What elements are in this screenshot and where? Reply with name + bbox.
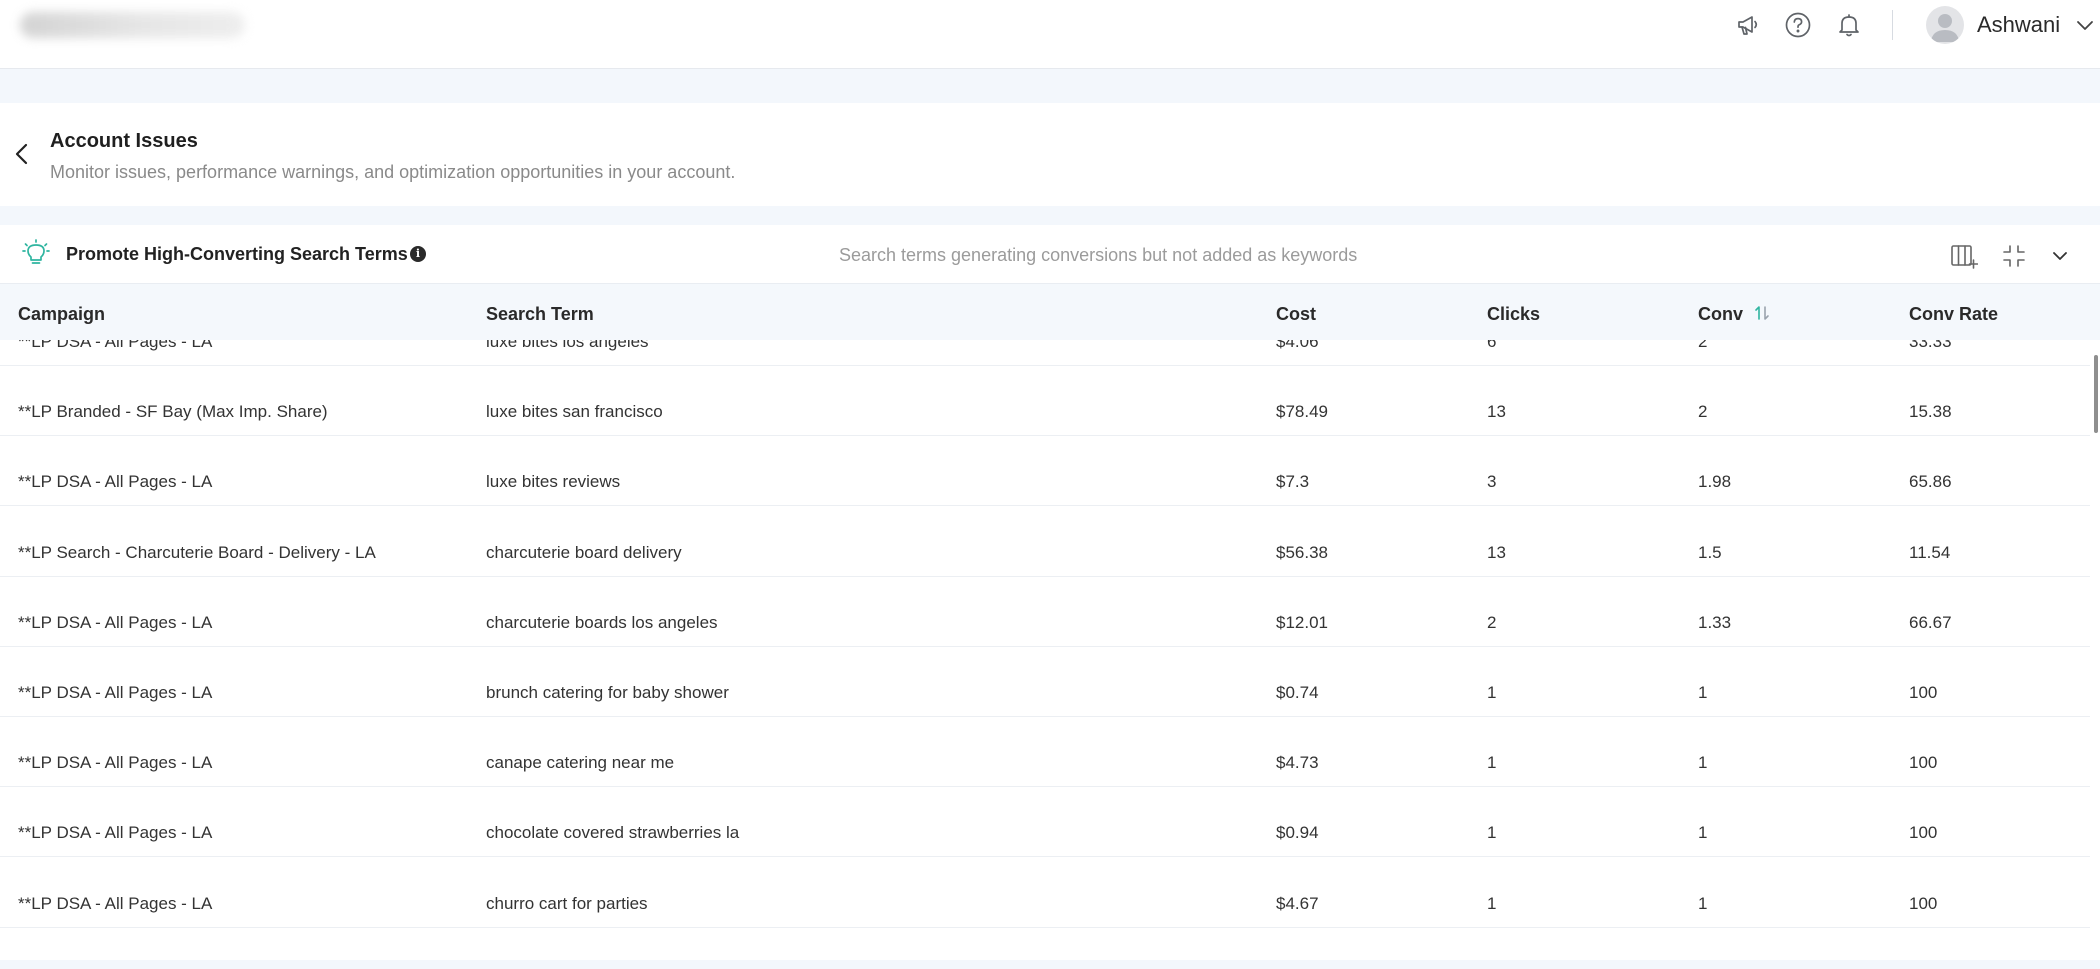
table-row[interactable]: **LP DSA - All Pages - LA luxe bites revi… <box>0 436 2090 507</box>
cell-campaign: **LP DSA - All Pages - LA <box>18 472 213 492</box>
cell-clicks: 1 <box>1487 683 1497 702</box>
back-arrow-icon[interactable] <box>10 139 34 169</box>
cell-search-term: luxe bites san francisco <box>486 402 663 422</box>
chevron-down-icon[interactable] <box>2074 14 2096 36</box>
cell-conv-rate: 33.33 <box>1909 340 1952 351</box>
cell-campaign: **LP DSA - All Pages - LA <box>18 612 213 632</box>
table-row[interactable]: **LP DSA - All Pages - LA canape catering… <box>0 717 2090 788</box>
cell-clicks: 6 <box>1487 340 1497 351</box>
cell-clicks: 1 <box>1487 893 1497 913</box>
cell-cost: $4.67 <box>1276 893 1319 913</box>
cell-campaign: **LP DSA - All Pages - LA <box>18 683 213 702</box>
cell-conv-rate: 100 <box>1909 823 1938 843</box>
topbar-divider <box>1892 10 1893 40</box>
info-icon[interactable]: i <box>410 246 426 262</box>
cell-campaign: **LP DSA - All Pages - LA <box>18 823 213 843</box>
chevron-down-icon[interactable] <box>2046 242 2074 270</box>
cell-campaign: **LP DSA - All Pages - LA <box>18 753 213 773</box>
cell-conv: 1 <box>1698 823 1708 843</box>
cell-clicks: 2 <box>1487 612 1497 632</box>
cell-clicks: 13 <box>1487 402 1506 422</box>
cell-cost: $78.49 <box>1276 402 1328 422</box>
blurred-logo <box>20 12 245 38</box>
columns-icon[interactable] <box>1950 242 1979 270</box>
bulb-icon <box>22 239 50 269</box>
top-bar: Ashwani <box>0 0 2100 69</box>
table-body: **LP DSA - All Pages - LA luxe bites los … <box>0 340 2100 960</box>
column-header-search-term[interactable]: Search Term <box>486 304 594 325</box>
cell-search-term: luxe bites los angeles <box>486 340 649 351</box>
column-header-conv-rate[interactable]: Conv Rate <box>1909 304 1998 325</box>
cell-conv: 1 <box>1698 683 1708 702</box>
cell-cost: $56.38 <box>1276 542 1328 562</box>
column-header-conv-label: Conv <box>1698 304 1743 324</box>
cell-clicks: 3 <box>1487 472 1497 492</box>
sort-icon[interactable] <box>1754 304 1770 322</box>
panel-header: Promote High-Converting Search Terms i S… <box>0 225 2100 284</box>
bell-icon[interactable] <box>1833 9 1865 41</box>
page-title: Account Issues <box>50 130 198 152</box>
panel-title: Promote High-Converting Search Terms <box>66 244 408 264</box>
table-row[interactable]: **LP DSA - All Pages - LA charcuterie boa… <box>0 577 2090 647</box>
help-icon[interactable] <box>1782 9 1814 41</box>
scrollbar-thumb[interactable] <box>2094 355 2098 433</box>
panel-description: Search terms generating conversions but … <box>839 245 1358 265</box>
cell-conv: 2 <box>1698 340 1708 351</box>
cell-campaign: **LP Branded - SF Bay (Max Imp. Share) <box>18 402 328 422</box>
table-row[interactable]: **LP Search - Charcuterie Board - Delive… <box>0 507 2090 577</box>
cell-conv-rate: 66.67 <box>1909 612 1952 632</box>
cell-conv-rate: 11.54 <box>1909 542 1951 562</box>
table-header: Campaign Search Term Cost Clicks Conv Co… <box>0 284 2100 340</box>
cell-search-term: brunch catering for baby shower <box>486 683 729 702</box>
cell-clicks: 13 <box>1487 542 1506 562</box>
collapse-icon[interactable] <box>2000 242 2028 270</box>
avatar[interactable] <box>1926 6 1964 44</box>
table-row[interactable]: **LP DSA - All Pages - LA luxe bites los … <box>0 340 2090 366</box>
announcement-icon[interactable] <box>1732 9 1764 41</box>
cell-conv: 2 <box>1698 402 1708 422</box>
cell-search-term: chocolate covered strawberries la <box>486 823 740 843</box>
cell-conv: 1 <box>1698 753 1708 773</box>
table-row[interactable]: **LP Branded - SF Bay (Max Imp. Share) lu… <box>0 366 2090 437</box>
cell-search-term: canape catering near me <box>486 753 675 773</box>
cell-conv-rate: 65.86 <box>1909 472 1952 492</box>
column-header-clicks[interactable]: Clicks <box>1487 304 1540 325</box>
user-name[interactable]: Ashwani <box>1977 12 2060 38</box>
cell-conv-rate: 100 <box>1909 683 1938 702</box>
cell-campaign: **LP Search - Charcuterie Board - Delive… <box>18 542 376 562</box>
cell-conv: 1.98 <box>1698 472 1732 492</box>
cell-clicks: 1 <box>1487 823 1497 843</box>
table-row[interactable]: **LP DSA - All Pages - LA chocolate cover… <box>0 787 2090 858</box>
column-header-cost[interactable]: Cost <box>1276 304 1316 325</box>
account-issues-header: Account Issues Monitor issues, performan… <box>0 103 2100 206</box>
table-row[interactable]: **LP DSA - All Pages - LA churro cart for… <box>0 858 2090 928</box>
cell-conv: 1.33 <box>1698 612 1732 632</box>
column-header-conv[interactable]: Conv <box>1698 304 1770 325</box>
cell-cost: $0.94 <box>1276 823 1319 843</box>
cell-conv-rate: 15.38 <box>1909 402 1952 422</box>
cell-conv-rate: 100 <box>1909 893 1938 913</box>
cell-search-term: charcuterie boards los angeles <box>486 612 718 632</box>
cell-cost: $4.06 <box>1276 340 1319 351</box>
page-subtitle: Monitor issues, performance warnings, an… <box>50 162 736 182</box>
cell-cost: $12.01 <box>1276 612 1328 632</box>
search-terms-panel: Promote High-Converting Search Terms i S… <box>0 225 2100 960</box>
cell-cost: $7.3 <box>1276 472 1310 492</box>
cell-search-term: churro cart for parties <box>486 893 648 913</box>
column-header-campaign[interactable]: Campaign <box>18 304 105 325</box>
cell-campaign: **LP DSA - All Pages - LA <box>18 893 213 913</box>
cell-conv: 1 <box>1698 893 1708 913</box>
cell-campaign: **LP DSA - All Pages - LA <box>18 340 213 351</box>
table-row[interactable]: **LP DSA - All Pages - LA brunch catering… <box>0 647 2090 717</box>
cell-search-term: charcuterie board delivery <box>486 542 682 562</box>
cell-cost: $4.73 <box>1276 753 1319 773</box>
cell-conv: 1.5 <box>1698 542 1722 562</box>
cell-cost: $0.74 <box>1276 683 1319 702</box>
cell-conv-rate: 100 <box>1909 753 1938 773</box>
cell-clicks: 1 <box>1487 753 1497 773</box>
cell-search-term: luxe bites reviews <box>486 472 621 492</box>
